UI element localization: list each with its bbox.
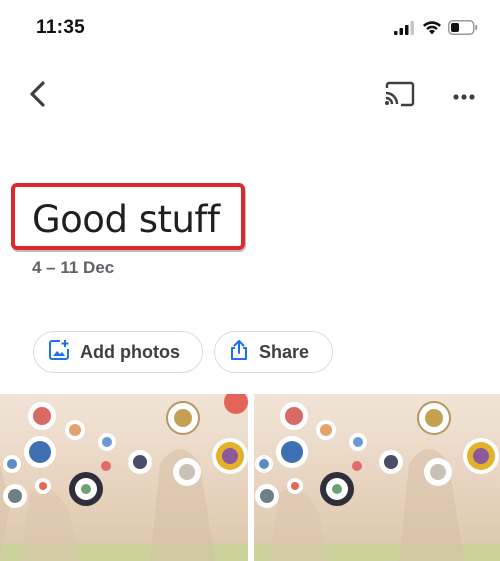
battery-icon bbox=[448, 20, 478, 40]
top-app-bar bbox=[0, 70, 500, 122]
status-time: 11:35 bbox=[36, 17, 86, 38]
share-icon bbox=[229, 339, 249, 366]
back-arrow-icon bbox=[27, 80, 49, 113]
wifi-icon bbox=[422, 20, 442, 40]
status-icons bbox=[394, 20, 478, 40]
add-photo-icon bbox=[48, 339, 70, 366]
photo-thumbnail[interactable] bbox=[0, 394, 248, 561]
share-button[interactable]: Share bbox=[214, 331, 333, 373]
more-options-button[interactable] bbox=[444, 78, 484, 114]
back-button[interactable] bbox=[20, 78, 56, 114]
photo-image bbox=[254, 394, 500, 561]
cast-button[interactable] bbox=[378, 78, 420, 114]
photo-image bbox=[0, 394, 248, 561]
cast-icon bbox=[383, 81, 415, 112]
album-title[interactable]: Good stuff bbox=[32, 198, 220, 241]
photo-grid bbox=[0, 394, 500, 561]
cellular-signal-icon bbox=[394, 20, 416, 40]
status-bar: 11:35 bbox=[0, 0, 500, 58]
add-photos-label: Add photos bbox=[80, 341, 180, 362]
share-label: Share bbox=[259, 341, 310, 362]
photo-thumbnail[interactable] bbox=[254, 394, 500, 561]
add-photos-button[interactable]: Add photos bbox=[33, 331, 203, 373]
album-date-range: 4 – 11 Dec bbox=[32, 258, 115, 277]
more-options-icon bbox=[453, 87, 475, 105]
